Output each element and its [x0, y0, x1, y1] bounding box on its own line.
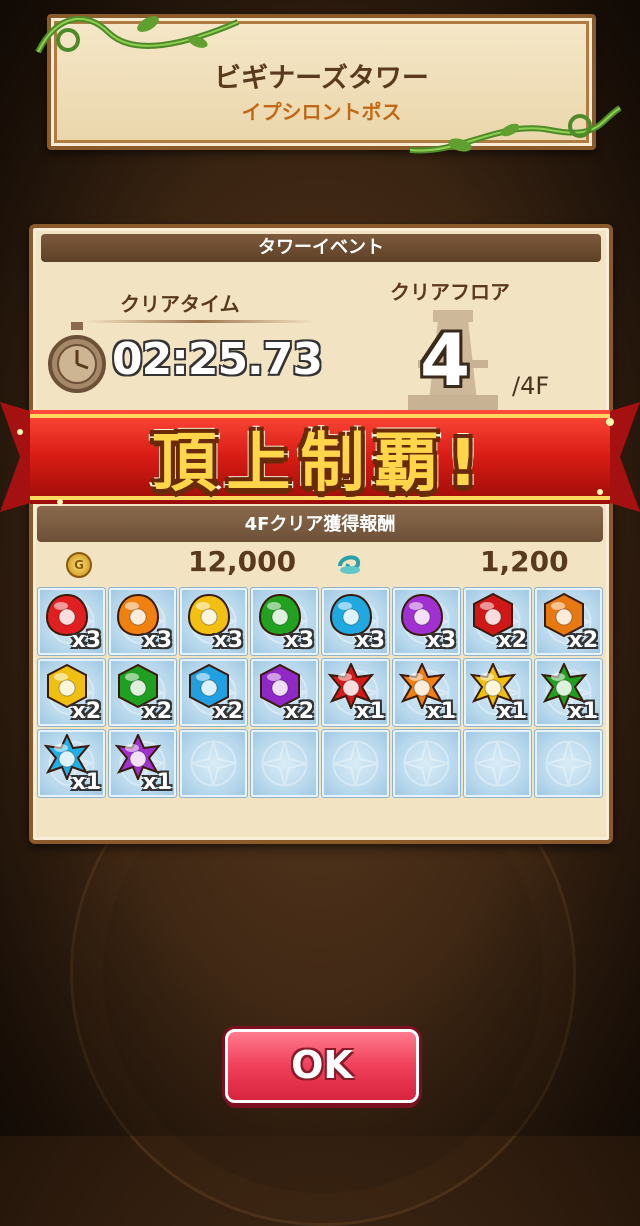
vine-left-decoration-icon — [35, 16, 240, 54]
reward-item-slot: x3 — [250, 587, 319, 656]
reward-item-slot: x3 — [321, 587, 390, 656]
reward-item-quantity: x1 — [568, 699, 599, 724]
clear-time-value: 02:25.73 — [112, 334, 323, 385]
slot-background-pattern — [403, 740, 450, 787]
spirit-reward-value: 1,200 — [480, 545, 569, 578]
empty-reward-slot — [179, 729, 248, 798]
reward-item-quantity: x3 — [71, 628, 102, 653]
reward-item-slot: x3 — [108, 587, 177, 656]
slot-background-pattern — [474, 740, 521, 787]
vine-right-decoration-icon — [409, 105, 622, 154]
empty-reward-slot — [250, 729, 319, 798]
reward-item-quantity: x1 — [71, 770, 102, 795]
reward-item-slot: x1 — [463, 658, 532, 727]
reward-item-quantity: x2 — [497, 628, 528, 653]
reward-item-quantity: x2 — [213, 699, 244, 724]
gold-reward-value: 12,000 — [188, 545, 297, 578]
reward-item-quantity: x2 — [568, 628, 599, 653]
reward-item-quantity: x3 — [213, 628, 244, 653]
ok-button[interactable]: OK — [225, 1029, 419, 1103]
reward-item-quantity: x1 — [497, 699, 528, 724]
reward-item-slot: x2 — [250, 658, 319, 727]
slot-background-pattern — [190, 740, 237, 787]
slot-background-pattern — [332, 740, 379, 787]
clear-floor-value: 4 — [420, 318, 471, 402]
reward-item-slot: x3 — [37, 587, 106, 656]
reward-item-slot: x1 — [321, 658, 390, 727]
stopwatch-icon — [48, 322, 106, 393]
empty-reward-slot — [534, 729, 603, 798]
reward-item-quantity: x2 — [284, 699, 315, 724]
reward-item-slot: x2 — [534, 587, 603, 656]
reward-item-quantity: x1 — [426, 699, 457, 724]
slot-background-pattern — [261, 740, 308, 787]
reward-item-quantity: x3 — [284, 628, 315, 653]
reward-item-quantity: x2 — [71, 699, 102, 724]
ok-button-label: OK — [291, 1043, 353, 1087]
reward-item-slot: x3 — [179, 587, 248, 656]
reward-header: 4Fクリア獲得報酬 — [37, 506, 603, 542]
reward-item-slot: x1 — [534, 658, 603, 727]
reward-item-quantity: x3 — [142, 628, 173, 653]
gold-coin-icon: G — [66, 552, 92, 578]
reward-item-slot: x2 — [108, 658, 177, 727]
reward-item-slot: x1 — [108, 729, 177, 798]
clear-time-label: クリアタイム — [120, 292, 240, 316]
reward-item-quantity: x2 — [142, 699, 173, 724]
reward-item-slot: x3 — [392, 587, 461, 656]
reward-item-quantity: x1 — [142, 770, 173, 795]
empty-reward-slot — [463, 729, 532, 798]
empty-reward-slot — [321, 729, 390, 798]
panel-title: タワーイベント — [41, 234, 601, 262]
spirit-orb-icon — [338, 555, 361, 574]
reward-item-slot: x1 — [37, 729, 106, 798]
reward-item-slot: x2 — [37, 658, 106, 727]
slot-background-pattern — [545, 740, 592, 787]
reward-item-quantity: x3 — [355, 628, 386, 653]
reward-item-quantity: x3 — [426, 628, 457, 653]
reward-item-slot: x2 — [179, 658, 248, 727]
summit-conquest-text: 頂上制覇! — [152, 427, 488, 501]
empty-reward-slot — [392, 729, 461, 798]
reward-item-slot: x2 — [463, 587, 532, 656]
reward-item-quantity: x1 — [355, 699, 386, 724]
reward-item-slot: x1 — [392, 658, 461, 727]
clear-time-underline — [85, 320, 315, 323]
